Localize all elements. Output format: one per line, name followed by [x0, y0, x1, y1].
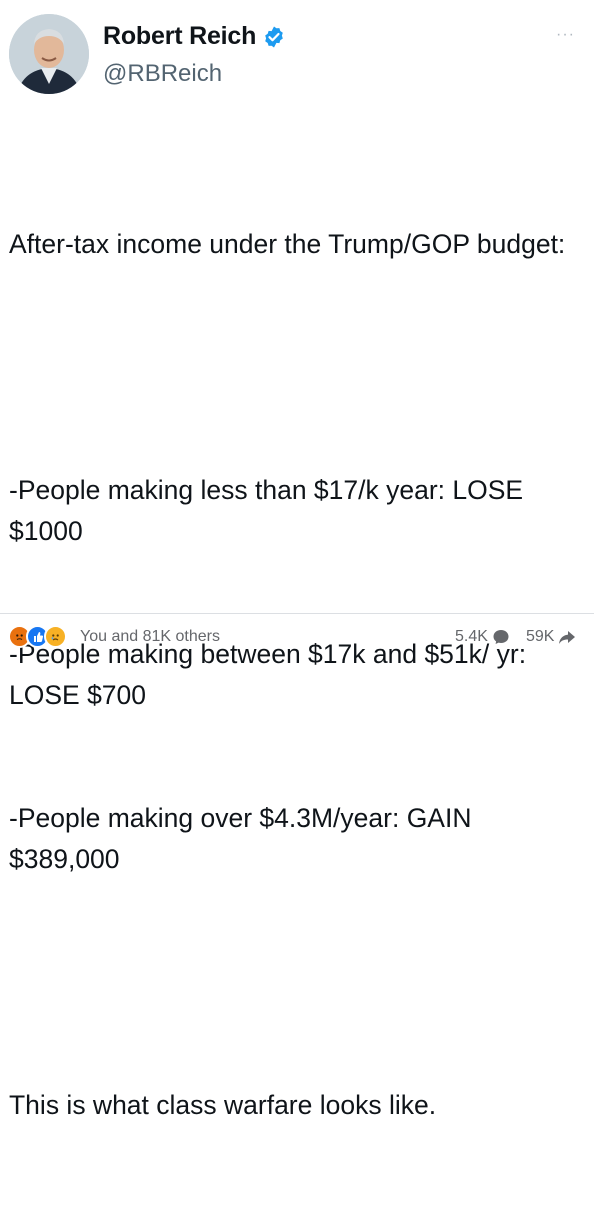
author-handle[interactable]: @RBReich	[103, 60, 222, 88]
profile-photo-icon	[9, 14, 89, 94]
tweet-line: -People making over $4.3M/year: GAIN $38…	[9, 803, 479, 874]
post-footer: You and 81K others 5.4K 59K	[0, 614, 594, 654]
share-icon	[559, 631, 576, 644]
reaction-summary[interactable]: You and 81K others	[80, 628, 220, 646]
tweet-body: After-tax income under the Trump/GOP bud…	[9, 142, 584, 1208]
sad-reaction-icon	[44, 625, 67, 648]
verified-badge-icon	[265, 26, 283, 47]
tweet-line: -People making less than $17/k year: LOS…	[9, 475, 531, 546]
comment-count[interactable]: 5.4K	[455, 628, 510, 646]
tweet-line: After-tax income under the Trump/GOP bud…	[9, 229, 566, 259]
author-row: Robert Reich	[103, 22, 286, 51]
reaction-icons[interactable]	[8, 625, 67, 648]
facebook-shared-tweet: Robert Reich @RBReich ··· After-tax inco…	[0, 0, 594, 1120]
author-name[interactable]: Robert Reich	[103, 22, 256, 51]
tweet-line: This is what class warfare looks like.	[9, 1090, 437, 1120]
comment-count-label: 5.4K	[455, 628, 488, 645]
comment-icon	[493, 630, 509, 644]
share-count-label: 59K	[526, 628, 555, 645]
more-options-icon[interactable]: ···	[556, 27, 575, 43]
avatar[interactable]	[9, 14, 89, 94]
share-count[interactable]: 59K	[526, 628, 576, 646]
